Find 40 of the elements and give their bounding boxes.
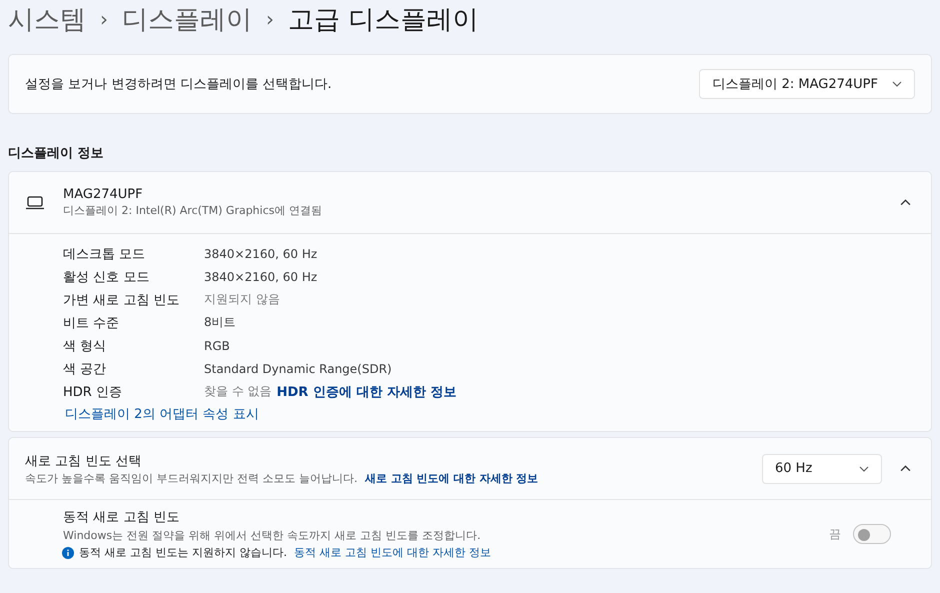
select-display-description: 설정을 보거나 변경하려면 디스플레이를 선택합니다. <box>25 76 332 93</box>
property-label: 색 형식 <box>63 338 108 354</box>
property-label: 데스크톱 모드 <box>63 246 146 262</box>
monitor-name: MAG274UPF <box>63 187 144 202</box>
property-value: 3840×2160, 60 Hz <box>204 246 318 260</box>
property-value: 3840×2160, 60 Hz <box>204 270 318 284</box>
breadcrumb-item[interactable]: 디스플레이 <box>122 2 252 36</box>
property-value: 지원되지 않음 <box>204 291 280 308</box>
property-label: HDR 인증 <box>63 384 123 400</box>
property-label: 활성 신호 모드 <box>63 268 150 286</box>
refresh-rate-description: 속도가 높을수록 움직임이 부드러워지지만 전력 소모도 늘어납니다. <box>25 472 358 484</box>
chevron-up-icon[interactable] <box>900 465 911 472</box>
chevron-up-icon[interactable] <box>900 199 911 206</box>
breadcrumb-separator: › <box>266 7 274 31</box>
chevron-down-icon <box>892 81 902 87</box>
property-label: 비트 수준 <box>63 314 120 332</box>
breadcrumb-item[interactable]: 시스템 <box>8 2 86 36</box>
refresh-rate-title: 새로 고침 빈도 선택 <box>25 452 142 470</box>
toggle-state-label: 끔 <box>829 526 841 542</box>
property-value: Standard Dynamic Range(SDR) <box>204 362 392 376</box>
hdr-info-link[interactable]: HDR 인증에 대한 자세한 정보 <box>276 382 456 400</box>
chevron-down-icon <box>859 466 869 472</box>
breadcrumb-item: 고급 디스플레이 <box>288 4 478 36</box>
section-title: 디스플레이 정보 <box>8 145 105 162</box>
breadcrumb-separator: › <box>100 7 108 31</box>
property-value: 찾을 수 없음 <box>204 383 272 400</box>
property-label: 색 공간 <box>63 360 108 378</box>
adapter-properties-link[interactable]: 디스플레이 2의 어댑터 속성 표시 <box>65 405 259 423</box>
dynamic-refresh-title: 동적 새로 고침 빈도 <box>63 509 180 526</box>
property-value: RGB <box>204 338 230 352</box>
display-dropdown[interactable]: 디스플레이 2: MAG274UPF <box>699 69 915 99</box>
property-label: 가변 새로 고침 빈도 <box>63 292 180 308</box>
property-value: 8비트 <box>204 314 236 331</box>
info-icon <box>62 546 74 558</box>
dynamic-refresh-description: Windows는 전원 절약을 위해 위에서 선택한 속도까지 새로 고침 빈도를 조정합니다. <box>63 528 482 543</box>
refresh-rate-dropdown[interactable]: 60 Hz <box>762 454 882 484</box>
refresh-rate-link[interactable]: 새로 고침 빈도에 대한 자세한 정보 <box>364 472 538 484</box>
notice-text: 동적 새로 고침 빈도는 지원하지 않습니다. <box>79 545 287 560</box>
monitor-connection: 디스플레이 2: Intel(R) Arc(TM) Graphics에 연결됨 <box>63 203 323 218</box>
laptop-icon <box>25 196 45 210</box>
